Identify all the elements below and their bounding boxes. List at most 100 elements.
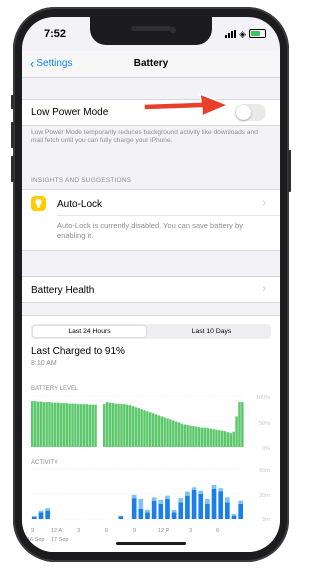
battery-level-bar bbox=[146, 411, 149, 447]
battery-level-bar bbox=[169, 419, 172, 447]
battery-level-bar bbox=[134, 407, 138, 447]
date-label: 17 Sep bbox=[51, 537, 69, 543]
activity-screen-off-bar bbox=[185, 491, 190, 496]
wifi-icon: ◈ bbox=[239, 28, 246, 39]
screen: 7:52 ◈ ‹ Settings Battery Low Power Mode… bbox=[22, 17, 280, 552]
battery-level-bar bbox=[226, 432, 230, 447]
activity-screen-off-bar bbox=[38, 510, 44, 513]
power-button bbox=[288, 150, 291, 192]
activity-screen-on-bar bbox=[178, 502, 184, 519]
activity-screen-off-bar bbox=[171, 509, 177, 513]
x-label: 6 bbox=[105, 528, 109, 534]
battery-level-bar bbox=[215, 429, 218, 447]
activity-screen-on-bar bbox=[45, 510, 50, 519]
home-indicator[interactable] bbox=[116, 542, 186, 545]
toggle-knob bbox=[236, 105, 251, 120]
battery-level-bar bbox=[56, 402, 60, 447]
activity-screen-on-bar bbox=[231, 515, 237, 519]
activity-screen-on-bar bbox=[191, 489, 197, 519]
battery-level-bar bbox=[180, 423, 184, 447]
battery-level-bar bbox=[51, 402, 54, 447]
battery-health-row[interactable]: Battery Health › bbox=[22, 276, 280, 303]
activity-screen-on-bar bbox=[138, 509, 144, 519]
activity-screen-off-bar bbox=[218, 488, 224, 492]
x-label: 6 bbox=[216, 528, 220, 534]
x-label: 12 P bbox=[158, 528, 170, 534]
battery-level-bar bbox=[120, 404, 123, 447]
battery-level-bar bbox=[71, 403, 74, 447]
auto-lock-suggestion[interactable]: Auto-Lock › Auto-Lock is currently disab… bbox=[22, 189, 280, 251]
activity-screen-on-bar bbox=[225, 502, 230, 519]
front-camera bbox=[170, 27, 176, 33]
battery-usage-panel: Last 24 Hours Last 10 Days Last Charged … bbox=[22, 315, 280, 552]
chevron-right-icon: › bbox=[262, 197, 266, 209]
activity-screen-on-bar bbox=[38, 512, 44, 519]
battery-level-bar bbox=[149, 412, 152, 447]
activity-screen-off-bar bbox=[131, 494, 137, 499]
activity-screen-off-bar bbox=[118, 515, 124, 517]
activity-screen-on-bar bbox=[211, 489, 217, 519]
battery-level-bar bbox=[131, 406, 135, 447]
volume-down-button bbox=[11, 156, 14, 182]
low-power-mode-toggle[interactable] bbox=[235, 104, 266, 121]
battery-level-bar bbox=[54, 402, 57, 447]
volume-up-button bbox=[11, 122, 14, 148]
battery-level-bar bbox=[223, 431, 227, 447]
battery-level-bar bbox=[88, 404, 92, 447]
page-title: Battery bbox=[133, 58, 169, 69]
battery-level-bar bbox=[65, 403, 69, 447]
activity-screen-on-bar bbox=[198, 494, 204, 519]
battery-level-bar bbox=[235, 416, 238, 447]
battery-level-bar bbox=[108, 402, 112, 447]
battery-level-bar bbox=[111, 403, 115, 447]
battery-level-bar bbox=[48, 402, 51, 447]
auto-lock-description: Auto-Lock is currently disabled. You can… bbox=[57, 221, 243, 240]
battery-level-bar bbox=[197, 427, 201, 447]
battery-level-bar bbox=[94, 404, 97, 447]
chevron-right-icon: › bbox=[262, 283, 266, 295]
activity-screen-on-bar bbox=[32, 516, 37, 519]
battery-level-bar bbox=[33, 401, 37, 447]
battery-level-bar bbox=[39, 401, 43, 447]
activity-screen-off-bar bbox=[138, 499, 144, 509]
battery-level-bar bbox=[157, 415, 161, 447]
battery-level-bar bbox=[151, 413, 155, 447]
battery-level-bar bbox=[160, 416, 164, 447]
battery-level-bar bbox=[105, 402, 109, 447]
battery-level-bar bbox=[82, 404, 86, 447]
x-label: 12 A bbox=[51, 528, 63, 534]
activity-screen-on-bar bbox=[158, 504, 164, 519]
battery-level-bar bbox=[189, 425, 192, 447]
auto-lock-title: Auto-Lock bbox=[57, 199, 103, 210]
activity-screen-off-bar bbox=[165, 495, 170, 499]
battery-level-bar bbox=[85, 404, 89, 447]
activity-screen-on-bar bbox=[131, 498, 137, 519]
battery-charts bbox=[31, 395, 244, 520]
activity-screen-off-bar bbox=[205, 499, 210, 504]
activity-screen-off-bar bbox=[178, 498, 184, 503]
divider bbox=[57, 215, 280, 216]
battery-level-bar bbox=[74, 403, 77, 447]
battery-level-bar bbox=[195, 426, 198, 447]
battery-level-bar bbox=[42, 402, 45, 447]
activity-screen-off-bar bbox=[145, 509, 150, 513]
activity-screen-off-bar bbox=[198, 490, 204, 494]
x-label: 9 bbox=[133, 528, 137, 534]
battery-level-bar bbox=[163, 417, 166, 447]
activity-screen-on-bar bbox=[165, 499, 170, 519]
activity-screen-off-bar bbox=[211, 484, 217, 489]
activity-screen-off-bar bbox=[151, 497, 157, 501]
battery-level-bar bbox=[128, 405, 132, 447]
activity-screen-on-bar bbox=[238, 504, 243, 519]
activity-screen-on-bar bbox=[218, 491, 224, 519]
battery-level-bar bbox=[117, 403, 120, 447]
activity-screen-off-bar bbox=[158, 499, 164, 504]
activity-screen-on-bar bbox=[205, 504, 210, 519]
battery-level-bar bbox=[143, 410, 146, 447]
battery-level-bar bbox=[172, 420, 175, 447]
battery-level-bar bbox=[220, 430, 224, 447]
speaker bbox=[131, 26, 171, 31]
battery-level-bar bbox=[203, 427, 207, 447]
battery-level-bar bbox=[36, 401, 40, 447]
activity-screen-on-bar bbox=[145, 512, 150, 519]
